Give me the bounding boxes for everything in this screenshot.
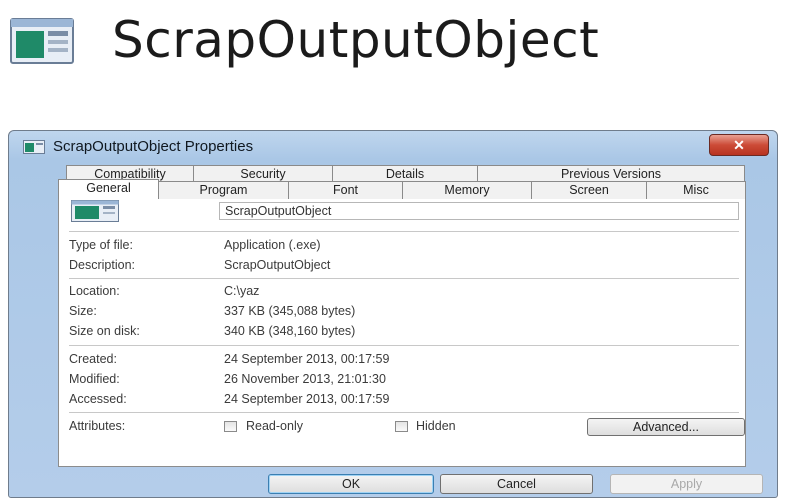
properties-dialog: ScrapOutputObject Properties ✕ Compatibi… [8, 130, 778, 498]
general-tab-panel: ScrapOutputObject Type of file: Applicat… [58, 185, 746, 467]
hidden-label[interactable]: Hidden [416, 419, 456, 433]
separator [69, 231, 739, 232]
accessed-value: 24 September 2013, 00:17:59 [224, 392, 390, 406]
modified-value: 26 November 2013, 21:01:30 [224, 372, 386, 386]
advanced-button[interactable]: Advanced... [587, 418, 745, 436]
readonly-checkbox[interactable] [224, 421, 237, 432]
size-on-disk-label: Size on disk: [69, 324, 140, 338]
close-icon: ✕ [733, 136, 745, 153]
location-label: Location: [69, 284, 120, 298]
application-file-icon [71, 200, 119, 222]
dialog-titlebar[interactable]: ScrapOutputObject Properties ✕ [9, 131, 777, 161]
application-file-icon [10, 18, 74, 64]
hidden-checkbox[interactable] [395, 421, 408, 432]
description-label: Description: [69, 258, 135, 272]
tab-font[interactable]: Font [288, 181, 403, 199]
tab-general[interactable]: General [58, 179, 159, 199]
attributes-label: Attributes: [69, 419, 126, 433]
description-value: ScrapOutputObject [224, 258, 331, 272]
size-label: Size: [69, 304, 97, 318]
readonly-label[interactable]: Read-only [246, 419, 303, 433]
tab-memory[interactable]: Memory [402, 181, 532, 199]
ok-button[interactable]: OK [268, 474, 434, 494]
separator [69, 278, 739, 279]
size-value: 337 KB (345,088 bytes) [224, 304, 356, 318]
modified-label: Modified: [69, 372, 120, 386]
tab-misc[interactable]: Misc [646, 181, 746, 199]
dialog-title: ScrapOutputObject Properties [53, 138, 254, 155]
created-label: Created: [69, 352, 117, 366]
tab-screen[interactable]: Screen [531, 181, 647, 199]
tab-program[interactable]: Program [158, 181, 289, 199]
tab-row-front: General Program Font Memory Screen Misc [58, 179, 746, 199]
apply-button[interactable]: Apply [610, 474, 763, 494]
file-name-field[interactable]: ScrapOutputObject [219, 202, 739, 220]
created-value: 24 September 2013, 00:17:59 [224, 352, 390, 366]
separator [69, 345, 739, 346]
app-window-icon [23, 140, 45, 154]
file-name-heading: ScrapOutputObject [112, 11, 600, 69]
separator [69, 412, 739, 413]
location-value: C:\yaz [224, 284, 260, 298]
close-button[interactable]: ✕ [709, 134, 769, 156]
type-value: Application (.exe) [224, 238, 321, 252]
size-on-disk-value: 340 KB (348,160 bytes) [224, 324, 356, 338]
accessed-label: Accessed: [69, 392, 127, 406]
cancel-button[interactable]: Cancel [440, 474, 593, 494]
type-label: Type of file: [69, 238, 133, 252]
